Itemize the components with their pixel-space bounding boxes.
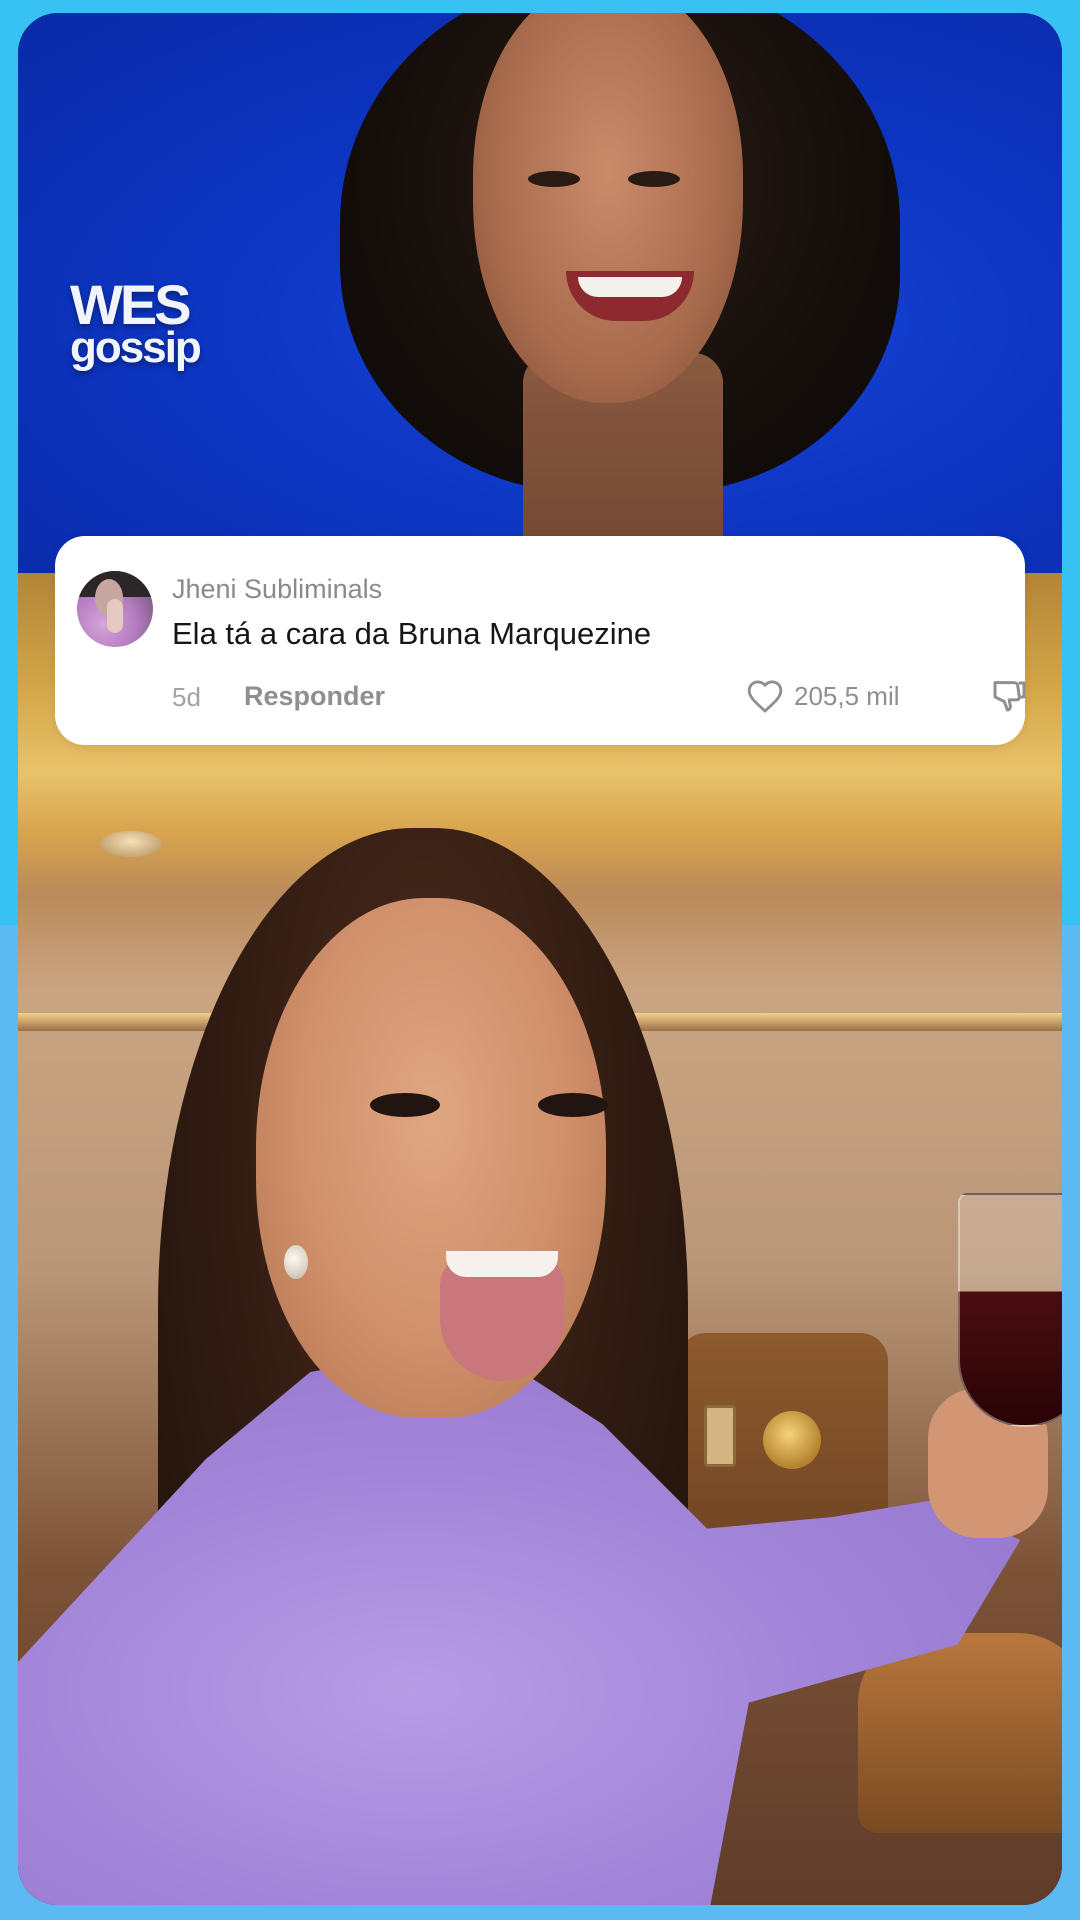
comment-username[interactable]: Jheni Subliminals (172, 574, 382, 605)
person-eye-left (370, 1093, 440, 1117)
ceiling-light (100, 831, 162, 857)
avatar-hand (107, 599, 123, 633)
top-photo: WES gossip (18, 13, 1062, 573)
like-count: 205,5 mil (794, 680, 900, 711)
avatar[interactable] (77, 571, 153, 647)
reply-button[interactable]: Responder (244, 681, 385, 712)
thumbs-down-outline-icon (990, 681, 1030, 720)
top-photo-eye-left (528, 171, 580, 187)
brand-logo: WES gossip (70, 273, 202, 372)
post-frame: WES gossip (18, 13, 1062, 1905)
like-button[interactable]: 205,5 mil (746, 678, 900, 714)
comment-card: Jheni Subliminals Ela tá a cara da Bruna… (55, 536, 1026, 745)
comment-text: Ela tá a cara da Bruna Marquezine (172, 616, 652, 651)
person-mouth (440, 1251, 564, 1381)
earring (284, 1245, 308, 1279)
bottom-photo (18, 573, 1062, 1905)
comment-time: 5d (172, 682, 201, 712)
dislike-button[interactable] (990, 676, 1030, 721)
light-switch (704, 1405, 736, 1467)
person-eye-right (538, 1093, 608, 1117)
top-photo-face (473, 13, 743, 403)
wall-lamp (763, 1411, 821, 1469)
top-photo-eye-right (628, 171, 680, 187)
wine-glass (958, 1193, 1062, 1427)
heart-outline-icon (746, 678, 784, 714)
brand-logo-line1: WES (70, 273, 192, 336)
comment-meta-row: 5d Responder 205,5 mil (172, 678, 1026, 716)
brand-logo-line2: gossip (70, 322, 202, 372)
